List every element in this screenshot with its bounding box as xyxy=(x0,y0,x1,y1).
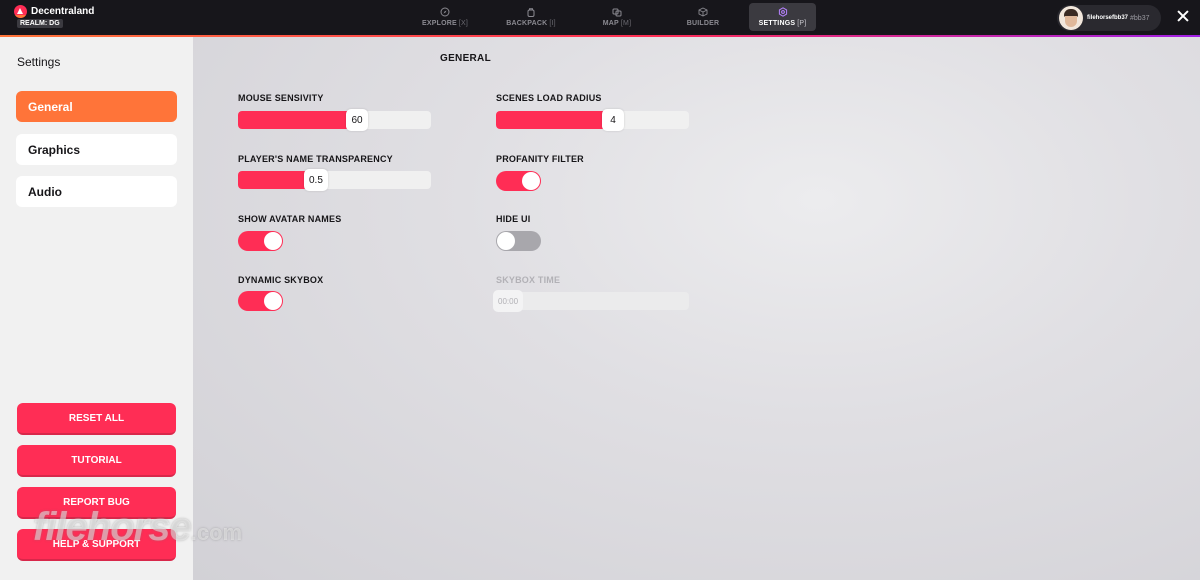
scenes-load-radius-slider[interactable]: 4 xyxy=(496,109,689,131)
toggle-knob xyxy=(264,292,282,310)
sidebar-item-graphics[interactable]: Graphics xyxy=(16,134,177,165)
sidebar-title: Settings xyxy=(17,55,61,69)
report-bug-button[interactable]: REPORT BUG xyxy=(17,487,176,519)
sidebar-item-general[interactable]: General xyxy=(16,91,177,122)
slider-fill xyxy=(238,111,348,129)
tab-backpack[interactable]: BACKPACK [I] xyxy=(491,3,571,31)
tab-builder[interactable]: BUILDER xyxy=(663,3,743,31)
user-tag: #bb37 xyxy=(1130,14,1150,22)
compass-icon xyxy=(440,7,450,17)
decentraland-logo-icon xyxy=(14,5,27,18)
avatar xyxy=(1059,6,1083,30)
name-transparency-slider[interactable]: 0.5 xyxy=(238,169,431,191)
close-icon[interactable] xyxy=(1176,9,1190,23)
profanity-filter-toggle[interactable] xyxy=(496,171,541,191)
slider-handle[interactable]: 0.5 xyxy=(304,169,328,191)
tab-explore[interactable]: EXPLORE [X] xyxy=(405,3,485,31)
skybox-time-slider: 00:00 xyxy=(493,290,689,312)
toggle-knob xyxy=(264,232,282,250)
help-support-button[interactable]: HELP & SUPPORT xyxy=(17,529,176,561)
show-avatar-names-toggle[interactable] xyxy=(238,231,283,251)
hide-ui-toggle[interactable] xyxy=(496,231,541,251)
dynamic-skybox-toggle[interactable] xyxy=(238,291,283,311)
section-title: GENERAL xyxy=(440,53,491,64)
backpack-icon xyxy=(527,8,535,17)
map-icon xyxy=(612,8,622,17)
cube-icon xyxy=(698,7,708,17)
settings-panel: GENERAL MOUSE SENSIVITY 60 PLAYER'S NAME… xyxy=(193,37,1200,580)
slider-handle[interactable]: 60 xyxy=(346,109,368,131)
toggle-knob xyxy=(497,232,515,250)
toggle-knob xyxy=(522,172,540,190)
mouse-sensivity-label: MOUSE SENSIVITY xyxy=(238,93,324,103)
skybox-time-label: SKYBOX TIME xyxy=(496,275,561,285)
brand: Decentraland REALM: DG xyxy=(14,5,94,28)
mouse-sensivity-slider[interactable]: 60 xyxy=(238,109,431,131)
reset-all-button[interactable]: RESET ALL xyxy=(17,403,176,435)
realm-badge[interactable]: REALM: DG xyxy=(17,19,63,28)
tab-settings[interactable]: SETTINGS [P] xyxy=(749,3,816,31)
slider-fill xyxy=(238,171,306,189)
slider-fill xyxy=(496,111,604,129)
tutorial-button[interactable]: TUTORIAL xyxy=(17,445,176,477)
app-name: Decentraland xyxy=(31,6,95,17)
scenes-load-radius-label: SCENES LOAD RADIUS xyxy=(496,93,602,103)
slider-handle[interactable]: 4 xyxy=(602,109,624,131)
slider-handle: 00:00 xyxy=(493,290,524,312)
user-profile[interactable]: filehorsefbb37 #bb37 xyxy=(1057,5,1161,31)
top-bar: Decentraland REALM: DG EXPLORE [X] BACKPA… xyxy=(0,0,1200,35)
profanity-filter-label: PROFANITY FILTER xyxy=(496,154,584,164)
gear-icon xyxy=(778,7,787,17)
sidebar-item-audio[interactable]: Audio xyxy=(16,176,177,207)
show-avatar-names-label: SHOW AVATAR NAMES xyxy=(238,214,342,224)
settings-sidebar: Settings General Graphics Audio RESET AL… xyxy=(0,37,193,580)
user-name: filehorsefbb37 xyxy=(1087,15,1129,21)
main-nav: EXPLORE [X] BACKPACK [I] MAP [M] BUILDER SE… xyxy=(405,3,822,31)
hide-ui-label: HIDE UI xyxy=(496,214,531,224)
dynamic-skybox-label: DYNAMIC SKYBOX xyxy=(238,275,324,285)
name-transparency-label: PLAYER'S NAME TRANSPARENCY xyxy=(238,154,393,164)
tab-map[interactable]: MAP [M] xyxy=(577,3,657,31)
